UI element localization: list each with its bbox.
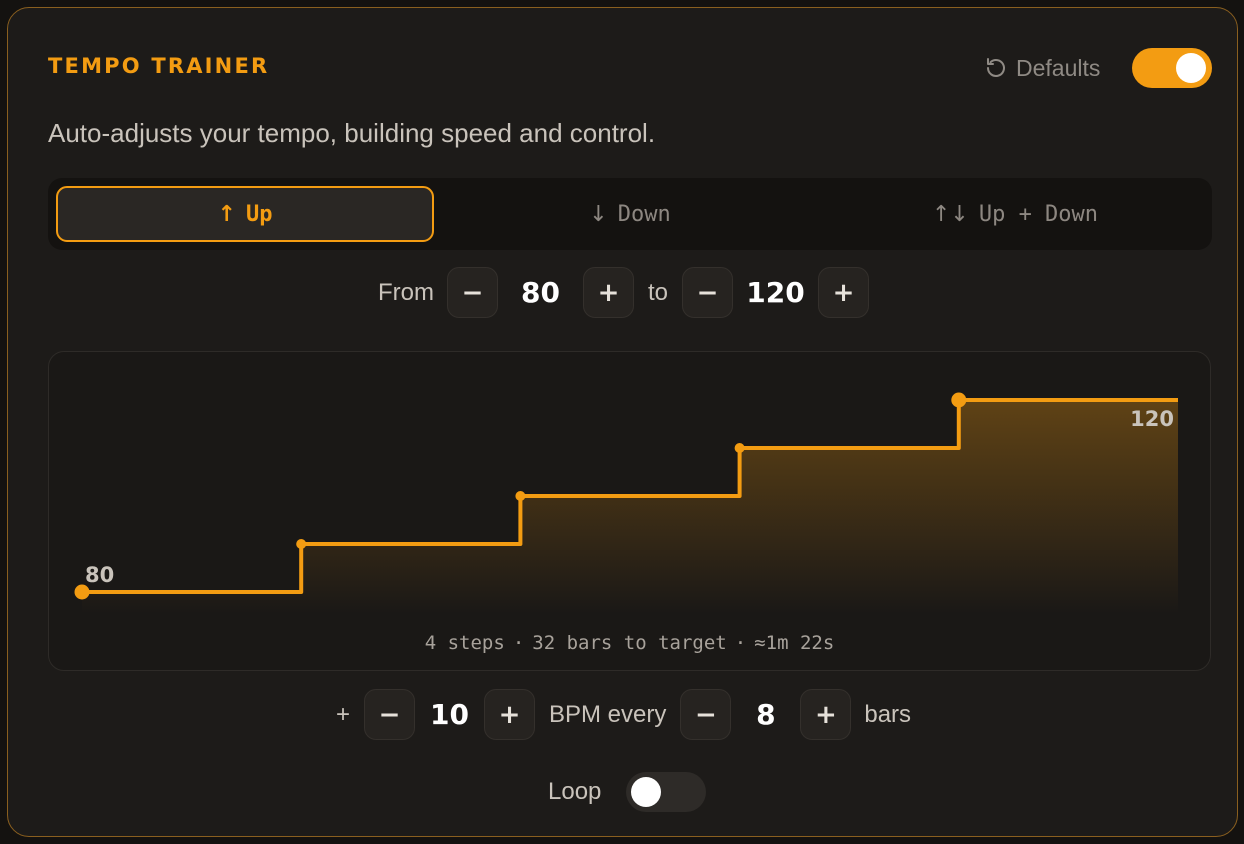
tempo-area-fill (82, 400, 1178, 614)
endpoint-marker (951, 392, 967, 408)
separator: · (734, 632, 747, 654)
step-point (296, 539, 307, 549)
tempo-chart-svg: 80 120 (74, 392, 1178, 614)
separator: · (512, 632, 525, 654)
bars-label: bars (864, 700, 912, 728)
panel-title: TEMPO TRAINER (48, 54, 270, 78)
bars-increment-button[interactable]: + (800, 689, 852, 740)
bpm-every-label: BPM every (548, 700, 667, 728)
mode-down-button[interactable]: ↓ Down (441, 186, 819, 242)
mode-up-button[interactable]: ↑ Up (56, 186, 434, 242)
arrow-up-down-icon: ↑↓ (931, 201, 969, 227)
to-label: to (647, 278, 668, 306)
mode-up-down-button[interactable]: ↑↓ Up + Down (826, 186, 1204, 242)
from-increment-button[interactable]: + (582, 267, 634, 318)
step-point (515, 491, 526, 501)
mode-up-down-label: Up + Down (978, 201, 1099, 227)
mode-up-label: Up (245, 201, 273, 227)
toggle-knob (631, 777, 661, 807)
bars-decrement-button[interactable]: − (680, 689, 732, 740)
start-bpm-label: 80 (85, 563, 114, 587)
to-value: 120 (746, 276, 805, 309)
bpm-increment-button[interactable]: + (483, 689, 535, 740)
end-bpm-label: 120 (1130, 407, 1174, 431)
loop-label: Loop (548, 778, 602, 805)
tempo-ramp-chart: 80 120 4 steps · 32 bars to target · ≈1m 22s (48, 351, 1211, 671)
from-label: From (377, 278, 434, 306)
arrow-up-icon: ↑ (217, 201, 236, 227)
trainer-enable-toggle[interactable] (1132, 48, 1212, 88)
arrow-down-icon: ↓ (589, 201, 608, 227)
from-value: 80 (521, 276, 560, 309)
direction-selector: ↑ Up ↓ Down ↑↓ Up + Down (48, 178, 1212, 250)
ramp-summary: 4 steps · 32 bars to target · ≈1m 22s (49, 632, 1210, 654)
increment-row: + − 10 + BPM every − 8 + bars (8, 689, 1239, 740)
mode-down-label: Down (617, 201, 671, 227)
from-decrement-button[interactable]: − (446, 267, 498, 318)
loop-toggle[interactable] (626, 772, 706, 812)
range-row: From − 80 + to − 120 + (8, 267, 1239, 318)
description: Auto-adjusts your tempo, building speed … (48, 118, 656, 148)
bars-value: 8 (756, 698, 776, 731)
steps-count: 4 steps (424, 632, 505, 654)
defaults-button[interactable]: Defaults (984, 53, 1100, 83)
toggle-knob (1176, 53, 1206, 83)
step-point (734, 443, 745, 453)
bpm-decrement-button[interactable]: − (363, 689, 415, 740)
defaults-label: Defaults (1016, 54, 1101, 81)
increment-prefix: + (335, 700, 350, 728)
bars-to-target: 32 bars to target (532, 632, 727, 654)
bpm-increment-value: 10 (429, 698, 469, 731)
to-decrement-button[interactable]: − (682, 267, 733, 318)
estimated-time: ≈1m 22s (754, 632, 835, 654)
reset-icon (987, 58, 1005, 77)
tempo-trainer-card: TEMPO TRAINER Defaults Auto-adjusts your… (7, 7, 1238, 837)
to-increment-button[interactable]: + (818, 267, 869, 318)
